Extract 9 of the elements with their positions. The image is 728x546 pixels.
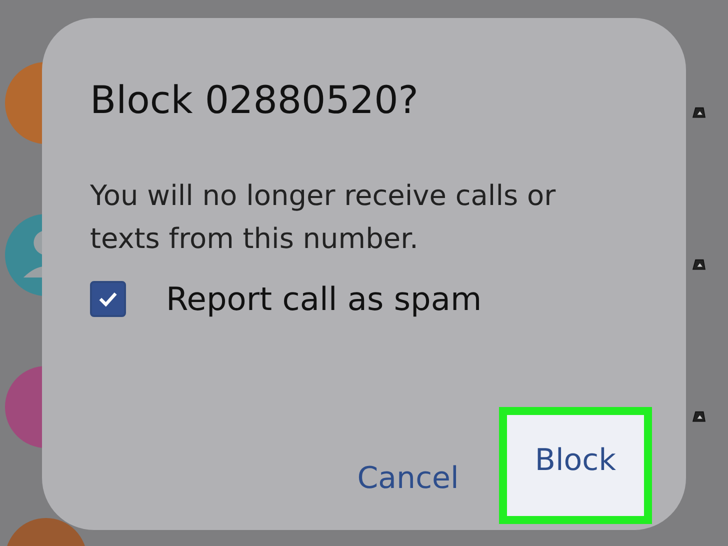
dialog-message: You will no longer receive calls or texts from this number. [90, 178, 557, 257]
label-icon [692, 107, 706, 119]
label-icon [692, 259, 706, 271]
dialog-title: Block 02880520? [90, 78, 420, 124]
block-button[interactable]: Block [498, 407, 652, 524]
checkbox[interactable] [90, 281, 126, 318]
cancel-button[interactable]: Cancel [337, 437, 479, 520]
checkbox-label: Report call as spam [166, 280, 482, 318]
label-icon [692, 411, 706, 423]
